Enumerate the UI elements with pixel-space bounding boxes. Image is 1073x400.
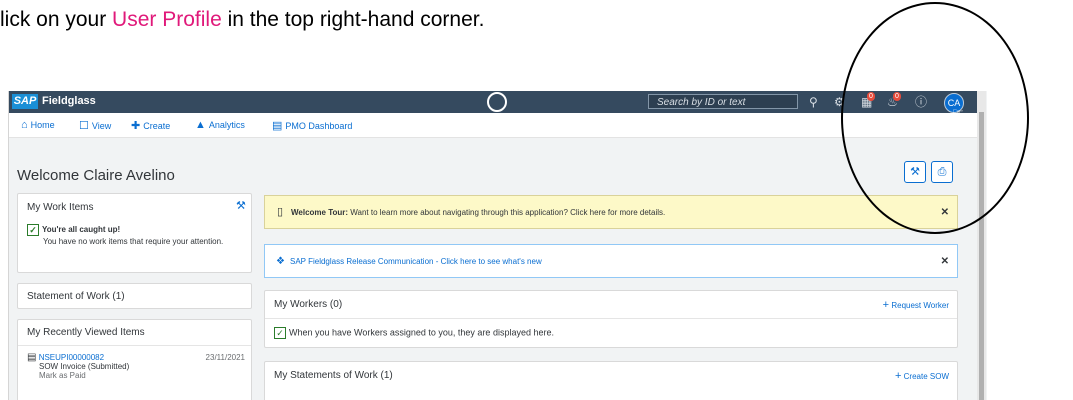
nav-home[interactable]: ⌂ Home	[21, 119, 55, 131]
divider	[265, 318, 957, 319]
nav-pmo-label: PMO Dashboard	[285, 121, 353, 131]
recently-viewed-title: My Recently Viewed Items	[27, 327, 145, 338]
sow-title: Statement of Work (1)	[27, 291, 125, 302]
wrench-icon[interactable]: ⚒	[236, 199, 246, 212]
divider	[18, 345, 251, 346]
create-sow-button[interactable]: + Create SOW	[895, 370, 949, 382]
notifications-icon[interactable]: ▦ 0	[861, 92, 875, 109]
tour-body: Want to learn more about navigating thro…	[348, 208, 666, 217]
instruction-prefix: lick on your	[0, 8, 113, 31]
page-title: Welcome Claire Avelino	[17, 167, 175, 184]
home-icon: ⌂	[21, 119, 28, 131]
my-workers-title: My Workers (0)	[274, 299, 343, 310]
nav-view[interactable]: ☐ View	[79, 119, 111, 132]
shell-bar: SAP Fieldglass Search by ID or text ⚲ ⚙ …	[9, 91, 979, 120]
release-communication-banner[interactable]: ❖ SAP Fieldglass Release Communication -…	[264, 244, 958, 278]
notification-badge: 0	[867, 92, 875, 101]
close-icon[interactable]: ✕	[941, 207, 949, 218]
recent-item-action: Mark as Paid	[39, 371, 86, 380]
workers-empty-row: ✓ When you have Workers assigned to you, …	[274, 327, 554, 339]
scrollbar-thumb[interactable]	[979, 112, 984, 400]
recent-item-date: 23/11/2021	[205, 353, 245, 362]
welcome-tour-banner[interactable]: ▯ Welcome Tour: Want to learn more about…	[264, 195, 958, 229]
instruction-text: lick on your User Profile in the top rig…	[0, 8, 484, 32]
app-window: SAP Fieldglass Search by ID or text ⚲ ⚙ …	[8, 91, 987, 400]
bell-badge: 0	[893, 92, 901, 101]
view-icon: ☐	[79, 120, 89, 132]
nav-home-label: Home	[30, 120, 55, 130]
my-statements-title: My Statements of Work (1)	[274, 370, 393, 381]
nav-pmo-dashboard[interactable]: ▤ PMO Dashboard	[272, 119, 352, 132]
tour-text: Welcome Tour: Want to learn more about n…	[291, 208, 665, 217]
statement-of-work-card[interactable]: Statement of Work (1)	[17, 283, 252, 309]
settings-gear-icon[interactable]: ⚙	[834, 95, 845, 109]
plus-icon: +	[882, 299, 890, 311]
nav-create[interactable]: ✚ Create	[131, 119, 170, 132]
tour-label: Welcome Tour:	[291, 208, 349, 217]
info-icon: ❖	[276, 256, 285, 267]
sap-logo[interactable]: SAP	[12, 94, 38, 109]
my-statements-card: My Statements of Work (1) + Create SOW	[264, 361, 958, 400]
recent-item-link[interactable]: NSEUPI00000082	[39, 353, 104, 362]
loading-spinner-icon	[487, 92, 507, 112]
help-icon[interactable]: ⓘ	[915, 95, 927, 109]
work-items-card: My Work Items ⚒ ✓ You're all caught up! Y…	[17, 193, 252, 273]
work-items-content: ✓ You're all caught up! You have no work …	[27, 224, 242, 247]
work-items-title: My Work Items	[27, 202, 94, 213]
tour-icon: ▯	[277, 206, 284, 218]
checkbox-icon: ✓	[274, 327, 286, 339]
nav-view-label: View	[91, 121, 112, 131]
dashboard-icon: ▤	[272, 120, 283, 132]
plus-icon: +	[894, 370, 902, 382]
search-icon[interactable]: ⚲	[809, 95, 818, 109]
analytics-icon: ▲	[195, 119, 206, 131]
close-icon[interactable]: ✕	[941, 256, 949, 267]
instruction-highlight: User Profile	[112, 8, 222, 31]
recent-item-type: SOW Invoice (Submitted)	[39, 362, 130, 371]
request-worker-label: Request Worker	[891, 301, 949, 310]
work-items-message: You have no work items that require your…	[43, 237, 224, 246]
my-workers-card: My Workers (0) + Request Worker ✓ When yo…	[264, 290, 958, 348]
nav-analytics[interactable]: ▲ Analytics	[195, 119, 245, 131]
recently-viewed-card: My Recently Viewed Items ▤ NSEUPI0000008…	[17, 319, 252, 400]
instruction-suffix: in the top right-hand corner.	[221, 8, 485, 31]
caught-up-label: You're all caught up!	[42, 225, 121, 235]
request-worker-button[interactable]: + Request Worker	[883, 299, 949, 311]
create-icon: ✚	[131, 120, 141, 132]
workers-empty-text: When you have Workers assigned to you, t…	[289, 327, 554, 338]
nav-analytics-label: Analytics	[208, 120, 245, 130]
customize-wrench-button[interactable]: ⚒	[904, 161, 926, 183]
recent-item[interactable]: ▤ NSEUPI00000082 23/11/2021 SOW Invoice …	[27, 352, 245, 381]
bell-icon[interactable]: ♨ 0	[887, 92, 901, 109]
checkbox-icon: ✓	[27, 224, 39, 236]
caught-up-row: ✓ You're all caught up!	[27, 224, 242, 236]
nav-create-label: Create	[143, 121, 171, 131]
nav-bar: ⌂ Home ☐ View ✚ Create ▲ Analytics ▤ PMO Dash…	[9, 113, 979, 138]
print-button[interactable]: ⎙	[931, 161, 953, 183]
product-name: Fieldglass	[42, 95, 96, 107]
document-icon: ▤	[27, 352, 37, 363]
search-input[interactable]: Search by ID or text	[648, 94, 798, 109]
release-text: SAP Fieldglass Release Communication - C…	[290, 257, 542, 266]
create-sow-label: Create SOW	[903, 372, 949, 381]
